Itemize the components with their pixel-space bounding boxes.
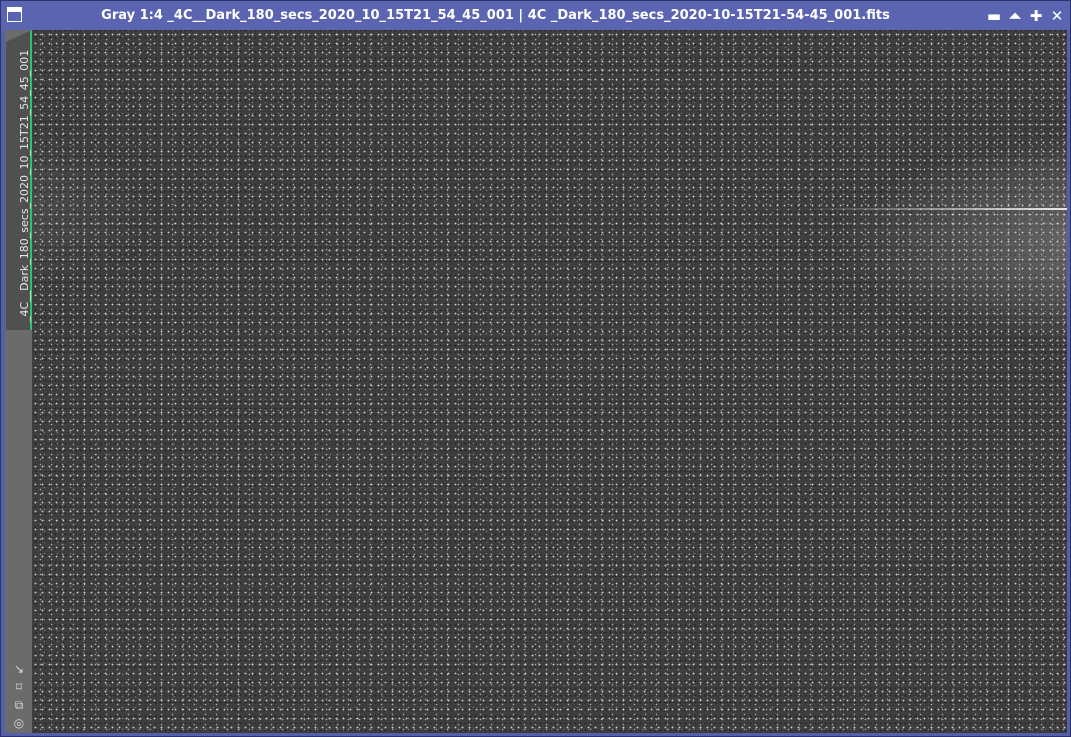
target-icon[interactable]: ◎: [12, 716, 26, 730]
arrow-down-right-icon[interactable]: ↘: [12, 662, 26, 676]
view-tab[interactable]: _4C__Dark_180_secs_2020_10_15T21_54_45_0…: [6, 30, 32, 330]
clone-view-icon[interactable]: ⧉: [12, 698, 26, 712]
image-left-glow: [32, 130, 152, 290]
window-title: Gray 1:4 _4C__Dark_180_secs_2020_10_15T2…: [101, 8, 890, 23]
amp-glow-streak: [807, 208, 1067, 210]
image-window: Gray 1:4 _4C__Dark_180_secs_2020_10_15T2…: [0, 0, 1071, 737]
image-view[interactable]: [32, 30, 1067, 733]
fit-view-icon[interactable]: ⌑: [12, 680, 26, 694]
minimize-button[interactable]: ▬: [985, 7, 1003, 25]
title-bar[interactable]: Gray 1:4 _4C__Dark_180_secs_2020_10_15T2…: [1, 1, 1070, 30]
view-sidebar: _4C__Dark_180_secs_2020_10_15T21_54_45_0…: [5, 30, 32, 733]
close-button[interactable]: ✕: [1048, 7, 1066, 25]
view-tab-label: _4C__Dark_180_secs_2020_10_15T21_54_45_0…: [18, 49, 31, 322]
maximize-button[interactable]: ✚: [1027, 7, 1045, 25]
window-menu-icon[interactable]: [7, 7, 22, 22]
amp-glow: [807, 120, 1067, 360]
shade-button[interactable]: ⏶: [1006, 7, 1024, 25]
